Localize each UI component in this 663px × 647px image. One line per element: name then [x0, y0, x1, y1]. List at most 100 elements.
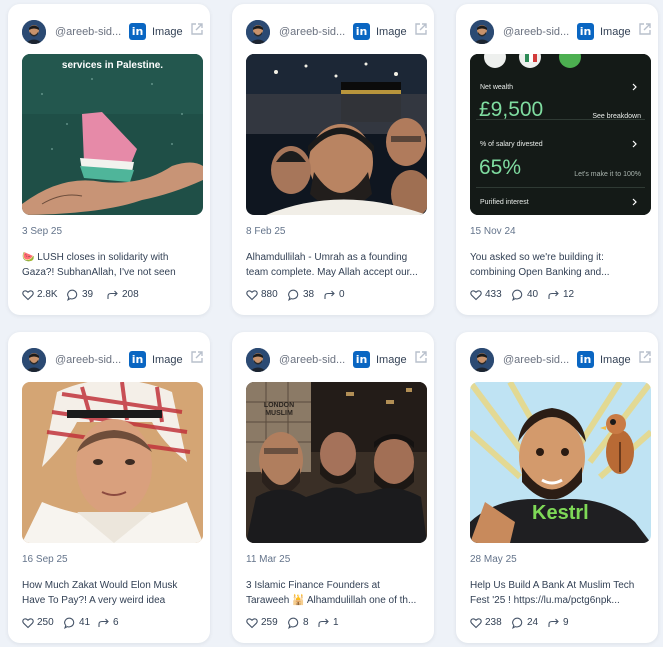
post-image[interactable]: LONDON MUSLIM: [246, 382, 427, 543]
external-link-icon[interactable]: [638, 350, 652, 364]
post-image[interactable]: Net wealth £9,500 See breakdown % of sal…: [470, 54, 651, 215]
shares-count: 0: [339, 289, 345, 300]
post-image[interactable]: [246, 54, 427, 215]
avatar: [470, 348, 494, 372]
avatar: [22, 20, 46, 44]
post-image[interactable]: services in Palestine.: [22, 54, 203, 215]
post-stats: 250 41 6: [22, 616, 202, 630]
post-card[interactable]: @areeb-sid... in Image 8 Feb 25 Alhamdul…: [232, 4, 434, 315]
post-excerpt[interactable]: You asked so we're building it: combinin…: [470, 250, 648, 280]
share-icon: [548, 618, 559, 627]
post-stats: 259 8 1: [246, 616, 426, 630]
comments-count: 24: [527, 617, 539, 628]
post-date: 3 Sep 25: [22, 226, 63, 237]
net-wealth-value: £9,500: [479, 98, 544, 121]
likes-count: 433: [485, 289, 502, 300]
external-link-icon[interactable]: [414, 350, 428, 364]
card-header: @areeb-sid... in Image: [456, 4, 658, 52]
comment-icon: [288, 617, 299, 629]
post-excerpt[interactable]: How Much Zakat Would Elon Musk Have To P…: [22, 578, 200, 608]
post-card[interactable]: @areeb-sid... in Image Net wealth £9,500…: [456, 4, 658, 315]
post-date: 28 May 25: [470, 554, 517, 565]
shares-count: 6: [113, 617, 119, 628]
post-date: 8 Feb 25: [246, 226, 286, 237]
image-caption: services in Palestine.: [61, 60, 164, 71]
card-header: @areeb-sid... in Image: [232, 4, 434, 52]
linkedin-icon: in: [353, 23, 370, 40]
share-icon: [98, 618, 109, 627]
external-link-icon[interactable]: [190, 22, 204, 36]
post-type-label: Image: [600, 354, 631, 366]
post-type-label: Image: [376, 354, 407, 366]
linkedin-icon: in: [129, 351, 146, 368]
avatar: [246, 348, 270, 372]
purified-interest-label: Purified interest: [480, 199, 529, 206]
post-stats: 2.8K 39 208: [22, 288, 202, 302]
shares-count: 1: [333, 617, 339, 628]
share-icon: [318, 618, 329, 627]
shares-count: 12: [563, 289, 575, 300]
author-handle[interactable]: @areeb-sid...: [279, 353, 353, 367]
shares-count: 9: [563, 617, 569, 628]
heart-icon: [470, 618, 482, 629]
likes-count: 259: [261, 617, 278, 628]
external-link-icon[interactable]: [414, 22, 428, 36]
card-header: @areeb-sid... in Image: [8, 332, 210, 380]
author-handle[interactable]: @areeb-sid...: [55, 25, 129, 39]
sign-text: LONDON MUSLIM: [263, 402, 295, 417]
post-date: 16 Sep 25: [22, 554, 68, 565]
author-handle[interactable]: @areeb-sid...: [279, 25, 353, 39]
likes-count: 238: [485, 617, 502, 628]
comment-icon: [512, 617, 523, 629]
post-excerpt[interactable]: 3 Islamic Finance Founders at Taraweeh 🕌…: [246, 578, 424, 608]
comments-count: 39: [82, 289, 94, 300]
post-card[interactable]: @areeb-sid... in Image 16 Sep 25 How Muc…: [8, 332, 210, 643]
share-icon: [107, 290, 118, 299]
linkedin-icon: in: [353, 351, 370, 368]
post-card[interactable]: @areeb-sid... in Image LONDON MUSLIM 11 …: [232, 332, 434, 643]
heart-icon: [22, 618, 34, 629]
post-excerpt[interactable]: Alhamdullilah - Umrah as a founding team…: [246, 250, 424, 280]
likes-count: 880: [261, 289, 278, 300]
external-link-icon[interactable]: [190, 350, 204, 364]
avatar: [22, 348, 46, 372]
linkedin-icon: in: [129, 23, 146, 40]
salary-divested-label: % of salary divested: [480, 141, 543, 148]
post-excerpt[interactable]: Help Us Build A Bank At Muslim Tech Fest…: [470, 578, 648, 608]
comment-icon: [67, 289, 78, 301]
heart-icon: [22, 290, 34, 301]
comments-count: 38: [303, 289, 315, 300]
card-header: @areeb-sid... in Image: [456, 332, 658, 380]
heart-icon: [246, 290, 258, 301]
post-type-label: Image: [152, 354, 183, 366]
heart-icon: [246, 618, 258, 629]
avatar: [246, 20, 270, 44]
post-stats: 880 38 0: [246, 288, 426, 302]
comment-icon: [64, 617, 75, 629]
salary-divested-value: 65%: [479, 156, 522, 179]
author-handle[interactable]: @areeb-sid...: [503, 353, 577, 367]
comment-icon: [512, 289, 523, 301]
author-handle[interactable]: @areeb-sid...: [503, 25, 577, 39]
share-icon: [324, 290, 335, 299]
heart-icon: [470, 290, 482, 301]
post-stats: 238 24 9: [470, 616, 650, 630]
likes-count: 2.8K: [37, 289, 58, 300]
author-handle[interactable]: @areeb-sid...: [55, 353, 129, 367]
share-icon: [548, 290, 559, 299]
shirt-brand-text: Kestrl: [532, 502, 589, 524]
comments-count: 40: [527, 289, 539, 300]
external-link-icon[interactable]: [638, 22, 652, 36]
comments-count: 8: [303, 617, 309, 628]
post-excerpt[interactable]: 🍉 LUSH closes in solidarity with Gaza?! …: [22, 250, 200, 280]
linkedin-icon: in: [577, 351, 594, 368]
card-header: @areeb-sid... in Image: [232, 332, 434, 380]
net-wealth-label: Net wealth: [480, 84, 514, 91]
avatar: [470, 20, 494, 44]
post-image[interactable]: Kestrl: [470, 382, 651, 543]
post-card[interactable]: @areeb-sid... in Image services in Pales…: [8, 4, 210, 315]
post-card[interactable]: @areeb-sid... in Image Kestrl 28 May 25 …: [456, 332, 658, 643]
card-header: @areeb-sid... in Image: [8, 4, 210, 52]
post-image[interactable]: [22, 382, 203, 543]
post-date: 11 Mar 25: [246, 554, 291, 565]
